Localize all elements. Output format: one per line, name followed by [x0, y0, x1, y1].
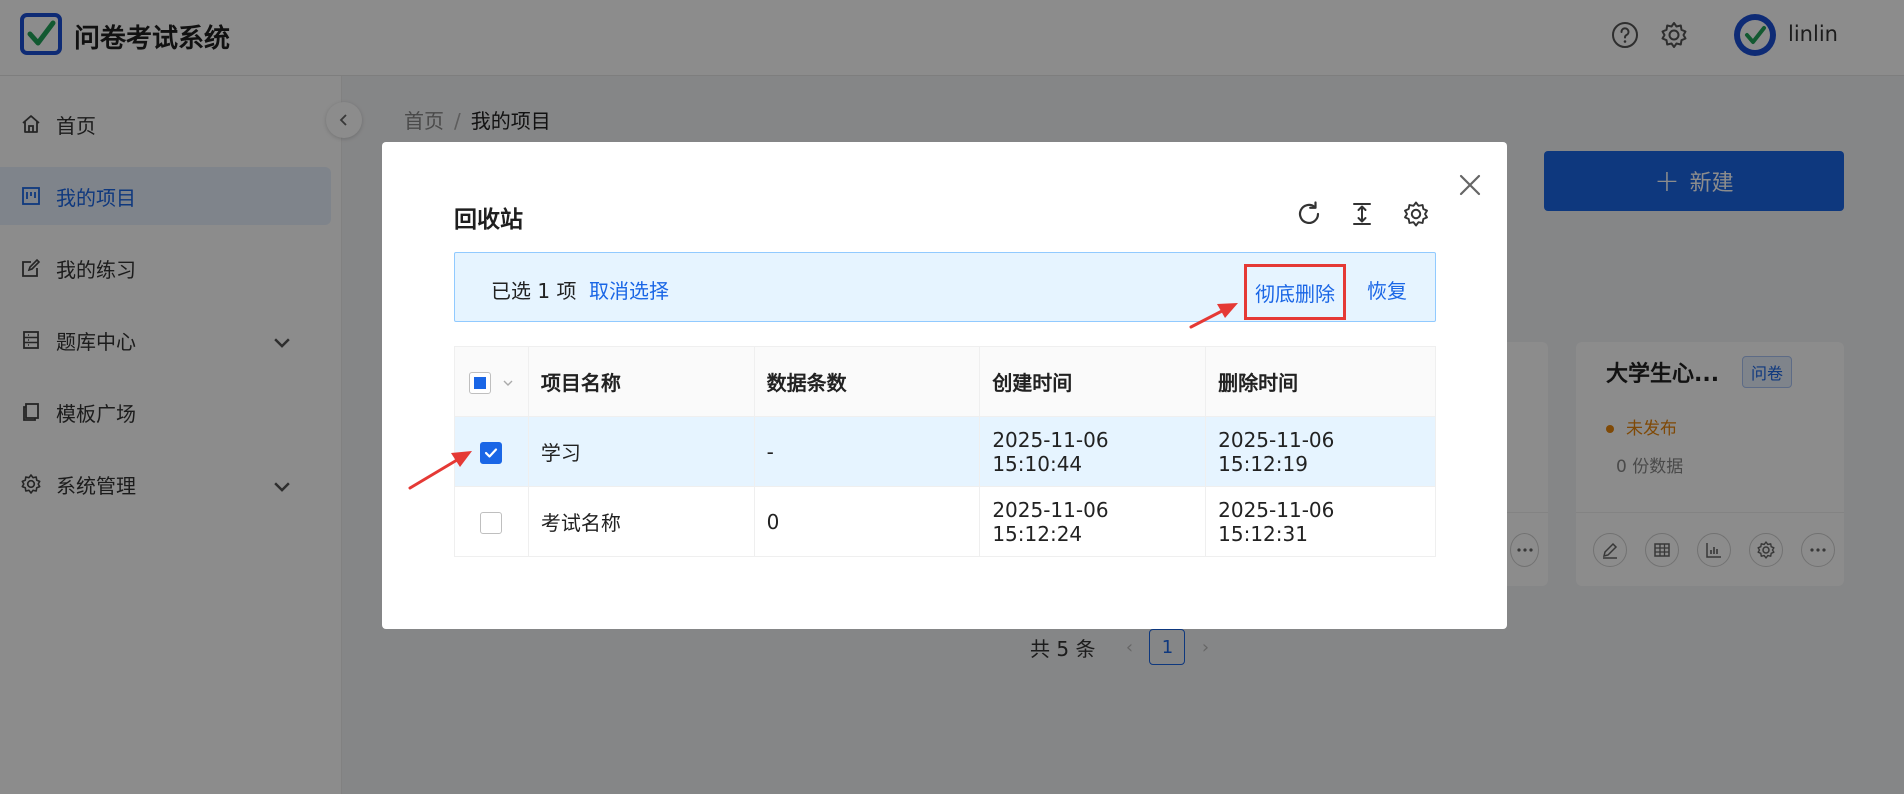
table-row[interactable]: 学习 - 2025-11-06 15:10:44 2025-11-06 15:1…: [454, 416, 1436, 487]
row-checkbox[interactable]: [480, 511, 503, 534]
table-header-row: 项目名称 数据条数 创建时间 删除时间: [454, 346, 1436, 417]
selection-alert-bar: 已选 1 项 取消选择 彻底删除 恢复: [454, 252, 1436, 322]
row-select-cell[interactable]: [454, 416, 529, 487]
cell-created: 2025-11-06 15:12:24: [979, 486, 1207, 557]
cell-count: 0: [753, 486, 981, 557]
column-header-deleted: 删除时间: [1205, 346, 1436, 417]
check-icon: [485, 448, 498, 458]
chevron-down-icon[interactable]: [502, 377, 514, 389]
column-header-created: 创建时间: [979, 346, 1207, 417]
selected-count: 已选 1 项: [491, 279, 577, 303]
select-all-cell[interactable]: [454, 346, 529, 417]
cancel-selection-link[interactable]: 取消选择: [589, 275, 669, 304]
table-settings-icon[interactable]: [1402, 200, 1430, 228]
cell-name: 考试名称: [527, 486, 755, 557]
column-header-count: 数据条数: [753, 346, 981, 417]
recycle-bin-table: 项目名称 数据条数 创建时间 删除时间 学习 - 2025-11-06 15:1…: [454, 346, 1436, 557]
select-all-checkbox[interactable]: [468, 371, 491, 394]
column-height-icon[interactable]: [1348, 200, 1376, 228]
row-select-cell[interactable]: [454, 486, 529, 557]
cell-deleted: 2025-11-06 15:12:19: [1205, 416, 1436, 487]
refresh-icon[interactable]: [1295, 200, 1323, 228]
cell-deleted: 2025-11-06 15:12:31: [1205, 486, 1436, 557]
dialog-title: 回收站: [454, 207, 523, 233]
column-header-name: 项目名称: [527, 346, 755, 417]
cell-name: 学习: [527, 416, 755, 487]
close-icon[interactable]: [1455, 170, 1485, 200]
table-row[interactable]: 考试名称 0 2025-11-06 15:12:24 2025-11-06 15…: [454, 486, 1436, 557]
row-checkbox[interactable]: [480, 441, 503, 464]
cell-created: 2025-11-06 15:10:44: [979, 416, 1207, 487]
permanent-delete-link[interactable]: 彻底删除: [1244, 264, 1346, 320]
restore-link[interactable]: 恢复: [1367, 275, 1407, 304]
recycle-bin-dialog: 回收站 已选 1 项 取消选择 彻底删除 恢复 项目名称 数据条数 创建时间 删…: [382, 142, 1507, 629]
cell-count: -: [753, 416, 981, 487]
